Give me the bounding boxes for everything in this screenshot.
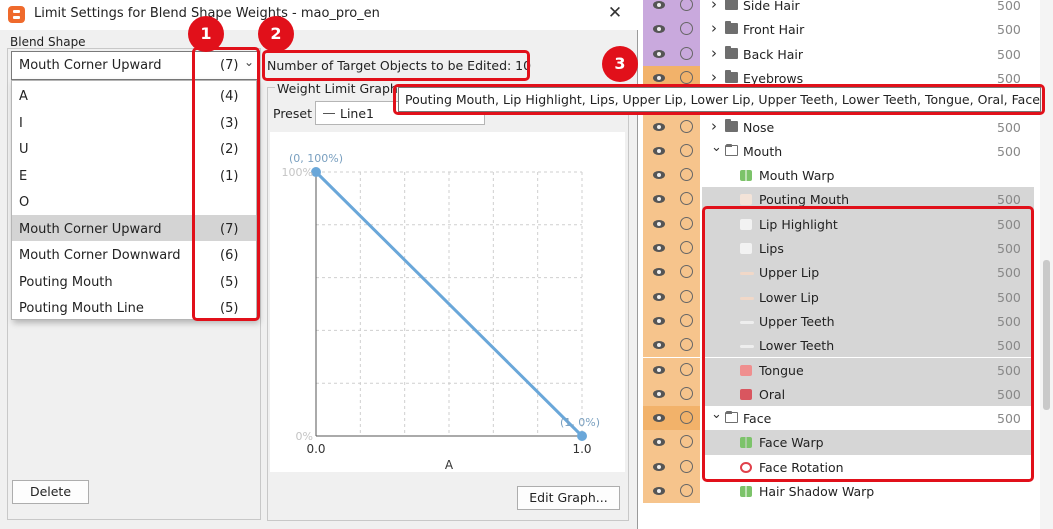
edit-graph-button[interactable]: Edit Graph... bbox=[517, 486, 620, 510]
lock-toggle-icon[interactable] bbox=[680, 386, 693, 400]
lock-toggle-icon[interactable] bbox=[680, 289, 693, 303]
eye-icon[interactable] bbox=[653, 244, 665, 252]
layer-name: Side Hair bbox=[743, 0, 800, 13]
folder-icon bbox=[725, 21, 738, 35]
folder-icon bbox=[725, 45, 738, 59]
blend-shape-option-name: Mouth Corner Downward bbox=[19, 248, 181, 263]
scrollbar-thumb[interactable] bbox=[1043, 260, 1050, 410]
annotation-badge-3: 3 bbox=[602, 46, 638, 82]
eye-icon[interactable] bbox=[653, 292, 665, 301]
annotation-box-target-count bbox=[262, 50, 530, 81]
x-tick-label: 1.0 bbox=[572, 442, 591, 456]
layer-row[interactable]: ⌄ Mouth 500 bbox=[639, 138, 1053, 164]
lock-toggle-icon[interactable] bbox=[680, 70, 693, 84]
lock-toggle-icon[interactable] bbox=[680, 241, 693, 254]
line-preset-icon bbox=[323, 113, 335, 114]
lock-toggle-icon[interactable] bbox=[680, 484, 693, 497]
graph-control-point[interactable] bbox=[577, 431, 587, 441]
blend-shape-option-name: I bbox=[19, 115, 23, 131]
layer-value: 500 bbox=[997, 22, 1021, 38]
eye-icon[interactable] bbox=[653, 122, 665, 131]
folder-icon bbox=[725, 0, 738, 10]
annotation-badge-1: 1 bbox=[188, 16, 224, 52]
eye-icon[interactable] bbox=[653, 1, 665, 9]
weight-limit-graph[interactable]: (0, 100%) (1, 0%) 100% 0% 0.0 1.0 A bbox=[270, 132, 625, 472]
eye-icon[interactable] bbox=[653, 316, 665, 325]
eye-icon[interactable] bbox=[653, 462, 665, 471]
annotation-box-target-layers bbox=[702, 206, 1034, 482]
selected-blend-shape: Mouth Corner Upward bbox=[19, 58, 162, 73]
weight-limit-chart[interactable]: (0, 100%)(1, 0%)100%0%0.0 1.0A bbox=[270, 132, 625, 472]
blend-shape-label: Blend Shape bbox=[10, 35, 86, 49]
eye-icon[interactable] bbox=[653, 73, 665, 82]
layer-row[interactable]: Mouth Warp bbox=[639, 163, 1053, 188]
weight-limit-graph-label: Weight Limit Graph bbox=[275, 81, 400, 96]
layer-name: Mouth bbox=[743, 143, 783, 159]
point-label: (1, 0%) bbox=[560, 416, 600, 429]
folder-icon bbox=[725, 118, 738, 132]
layer-name: Hair Shadow Warp bbox=[759, 484, 875, 499]
eye-icon[interactable] bbox=[653, 49, 665, 58]
layer-row[interactable]: › Front Hair 500 bbox=[639, 17, 1053, 42]
lock-toggle-icon[interactable] bbox=[680, 362, 693, 376]
annotation-box-counts bbox=[192, 47, 260, 321]
lock-toggle-icon[interactable] bbox=[680, 459, 693, 473]
chevron-down-icon[interactable]: ⌄ bbox=[711, 140, 722, 155]
delete-button[interactable]: Delete bbox=[12, 480, 89, 504]
blend-shape-option-name: Pouting Mouth Line bbox=[19, 301, 144, 316]
layer-row[interactable]: › Nose 500 bbox=[639, 114, 1053, 139]
lock-toggle-icon[interactable] bbox=[680, 313, 693, 327]
layer-row[interactable]: › Back Hair 500 bbox=[639, 41, 1053, 66]
lock-toggle-icon[interactable] bbox=[680, 143, 693, 157]
blend-shape-option-name: A bbox=[19, 89, 28, 104]
layer-value: 500 bbox=[997, 119, 1021, 135]
layer-value: 500 bbox=[997, 46, 1021, 62]
layer-name: Front Hair bbox=[743, 22, 805, 38]
lock-toggle-icon[interactable] bbox=[680, 411, 693, 425]
point-label: (0, 100%) bbox=[289, 152, 343, 165]
layer-row[interactable]: Hair Shadow Warp bbox=[639, 479, 1053, 504]
close-button[interactable]: ✕ bbox=[600, 2, 630, 26]
layer-value: 500 bbox=[997, 0, 1021, 13]
folder-icon bbox=[725, 69, 738, 83]
lock-toggle-icon[interactable] bbox=[680, 46, 693, 60]
layer-value: 500 bbox=[997, 143, 1021, 159]
chevron-right-icon[interactable]: › bbox=[711, 44, 717, 62]
eye-icon[interactable] bbox=[653, 219, 665, 228]
chevron-right-icon[interactable]: › bbox=[711, 0, 717, 13]
layer-name: Back Hair bbox=[743, 46, 803, 62]
lock-toggle-icon[interactable] bbox=[680, 119, 693, 133]
blend-shape-option-name: E bbox=[19, 168, 28, 184]
preset-value: Line1 bbox=[340, 106, 375, 121]
chevron-right-icon[interactable]: › bbox=[711, 19, 717, 37]
x-axis-label: A bbox=[445, 458, 454, 472]
eye-icon[interactable] bbox=[653, 365, 665, 374]
layer-thumbnail-icon bbox=[740, 194, 752, 206]
layer-name: Mouth Warp bbox=[759, 168, 835, 184]
folder-icon bbox=[725, 143, 738, 156]
annotation-badge-2: 2 bbox=[258, 16, 294, 52]
app-logo-icon bbox=[8, 6, 25, 23]
warp-deformer-icon bbox=[740, 486, 752, 497]
eye-icon[interactable] bbox=[653, 487, 665, 495]
lock-toggle-icon[interactable] bbox=[680, 216, 693, 230]
lock-toggle-icon[interactable] bbox=[680, 168, 693, 182]
preset-label: Preset bbox=[273, 106, 312, 121]
blend-shape-option-name: Mouth Corner Upward bbox=[19, 221, 162, 237]
eye-icon[interactable] bbox=[653, 389, 665, 398]
x-tick-label: 0.0 bbox=[306, 442, 325, 456]
target-objects-tooltip: Pouting Mouth, Lip Highlight, Lips, Uppe… bbox=[398, 87, 1041, 112]
layer-name: Nose bbox=[743, 119, 775, 135]
blend-shape-option-name: U bbox=[19, 142, 29, 157]
blend-shape-option-name: O bbox=[19, 195, 30, 210]
title-bar: Limit Settings for Blend Shape Weights -… bbox=[0, 0, 638, 30]
warp-deformer-icon bbox=[740, 170, 752, 182]
layer-row[interactable]: › Side Hair 500 bbox=[639, 0, 1053, 18]
blend-shape-option-name: Pouting Mouth bbox=[19, 274, 113, 290]
eye-icon[interactable] bbox=[653, 146, 665, 155]
layer-panel-scrollbar[interactable] bbox=[1040, 0, 1053, 529]
y-tick-label: 100% bbox=[282, 166, 313, 179]
chevron-right-icon[interactable]: › bbox=[711, 117, 717, 135]
